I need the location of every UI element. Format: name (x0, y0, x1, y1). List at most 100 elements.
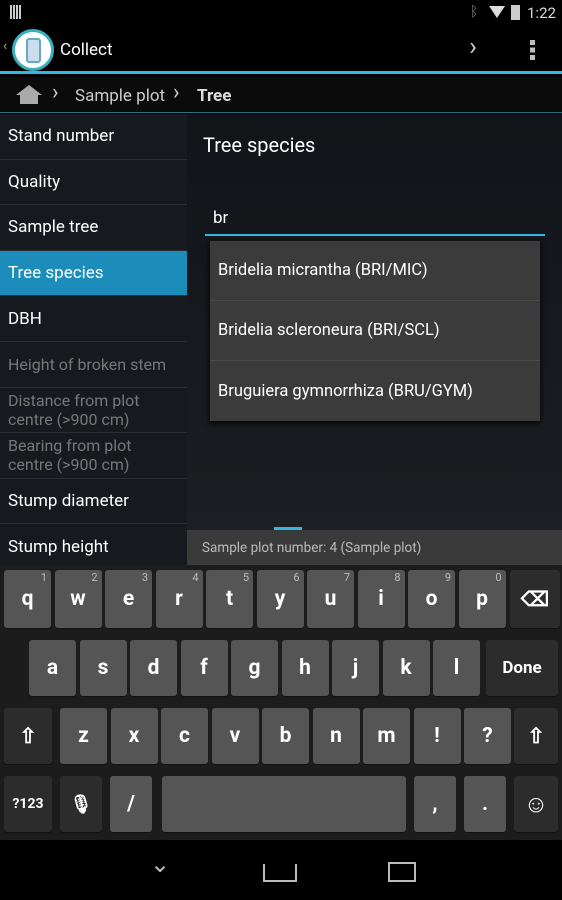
overflow-menu-button[interactable] (515, 32, 551, 68)
key-v[interactable]: v (211, 708, 259, 764)
emoji-key[interactable]: ☺ (514, 776, 558, 832)
suggestion-dropdown: Bridelia micrantha (BRI/MIC) Bridelia sc… (210, 241, 540, 421)
key-d[interactable]: d (130, 640, 177, 696)
backspace-key[interactable]: ⌫ (510, 570, 560, 628)
key-label: f (200, 656, 208, 680)
key-c[interactable]: c (161, 708, 208, 764)
key-label: ?123 (12, 796, 44, 812)
sidebar-item-stump-height[interactable]: Stump height (0, 524, 187, 570)
shift-key[interactable]: ⇧ (4, 708, 52, 764)
sidebar-item-stand-number[interactable]: Stand number (0, 114, 187, 160)
key-r[interactable]: r4 (155, 570, 203, 628)
key-label: o (425, 587, 438, 611)
key-?[interactable]: ? (464, 708, 511, 764)
key-p[interactable]: p0 (458, 570, 506, 628)
key-hint: 2 (91, 571, 98, 584)
key-hint: 6 (293, 571, 300, 584)
species-search-input[interactable]: br (205, 208, 545, 236)
sidebar-item-quality[interactable]: Quality (0, 160, 187, 206)
key-label: x (128, 724, 140, 748)
key-label: , (432, 792, 438, 816)
back-nav-button[interactable]: ⌄ (130, 850, 190, 890)
suggestion-item[interactable]: Bruguiera gymnorrhiza (BRU/GYM) (210, 361, 540, 421)
key-f[interactable]: f (180, 640, 228, 696)
key-label: a (46, 656, 59, 680)
sidebar-item-distance: Distance from plot centre (>900 cm) (0, 388, 187, 434)
key-m[interactable]: m (363, 708, 410, 764)
breadcrumb-sample-plot[interactable]: Sample plot (75, 86, 165, 106)
wifi-icon (489, 6, 505, 18)
key-s[interactable]: s (79, 640, 127, 696)
key-k[interactable]: k (382, 640, 430, 696)
key-a[interactable]: a (29, 640, 76, 696)
key-label: Done (502, 658, 542, 678)
key-q[interactable]: q1 (4, 570, 51, 628)
key-b[interactable]: b (262, 708, 309, 764)
key-y[interactable]: y6 (256, 570, 304, 628)
shift-key-right[interactable]: ⇧ (514, 708, 558, 764)
key-label: ⇧ (19, 724, 37, 749)
key-w[interactable]: w2 (54, 570, 102, 628)
key-label: ⇧ (527, 724, 545, 749)
sidebar-item-stump-diameter[interactable]: Stump diameter (0, 479, 187, 525)
main-panel: Tree species br Bridelia micrantha (BRI/… (187, 114, 562, 530)
breadcrumb: › Sample plot › Tree (0, 77, 562, 113)
key-label: i (378, 587, 384, 611)
breadcrumb-tree: Tree (197, 86, 232, 106)
key-i[interactable]: i8 (357, 570, 405, 628)
key-comma[interactable]: , (414, 776, 456, 832)
key-hint: 7 (343, 571, 350, 584)
suggestion-item[interactable]: Bridelia micrantha (BRI/MIC) (210, 241, 540, 301)
key-hint: 1 (40, 571, 47, 584)
done-key[interactable]: Done (486, 640, 558, 696)
key-label: v (229, 724, 241, 748)
action-bar: ‹ Collect › (0, 26, 562, 74)
space-key[interactable] (162, 776, 406, 832)
key-slash[interactable]: / (110, 776, 152, 832)
key-period[interactable]: . (464, 776, 506, 832)
key-label: h (299, 656, 311, 680)
key-z[interactable]: z (60, 708, 107, 764)
home-icon[interactable] (16, 85, 42, 105)
key-label: ! (434, 724, 440, 748)
sidebar-item-height-broken-stem: Height of broken stem (0, 342, 187, 388)
key-label: m (377, 724, 396, 748)
key-o[interactable]: o9 (408, 570, 455, 628)
key-label: 🎙 (69, 793, 93, 815)
sidebar-item-tree-species[interactable]: Tree species (0, 250, 187, 297)
key-label: ☺ (523, 789, 549, 818)
suggestion-item[interactable]: Bridelia scleroneura (BRI/SCL) (210, 301, 540, 361)
status-bar: ᛒ 1:22 (0, 0, 562, 26)
key-![interactable]: ! (413, 708, 461, 764)
key-l[interactable]: l (433, 640, 480, 696)
key-e[interactable]: e3 (105, 570, 152, 628)
key-u[interactable]: u7 (307, 570, 354, 628)
sidebar: Stand number Quality Sample tree Tree sp… (0, 114, 187, 570)
home-nav-button[interactable] (263, 864, 297, 882)
app-logo-icon (12, 29, 54, 71)
microphone-key[interactable]: 🎙 (60, 776, 102, 832)
key-label: z (78, 724, 89, 748)
key-j[interactable]: j (332, 640, 379, 696)
sidebar-item-bearing: Bearing from plot centre (>900 cm) (0, 433, 187, 479)
sidebar-item-dbh[interactable]: DBH (0, 296, 187, 342)
key-label: r (175, 587, 183, 611)
next-button[interactable]: › (455, 32, 491, 68)
sidebar-item-sample-tree[interactable]: Sample tree (0, 205, 187, 251)
key-label: p (476, 587, 488, 611)
recents-nav-button[interactable] (388, 862, 416, 882)
key-label: w (70, 587, 86, 611)
key-n[interactable]: n (312, 708, 360, 764)
key-label: e (122, 587, 135, 611)
key-x[interactable]: x (110, 708, 158, 764)
key-hint: 3 (141, 571, 148, 584)
key-label: y (274, 587, 286, 611)
page-title: Tree species (203, 133, 316, 157)
key-hint: 5 (242, 571, 249, 584)
key-hint: 4 (192, 571, 199, 584)
key-t[interactable]: t5 (206, 570, 253, 628)
key-g[interactable]: g (231, 640, 278, 696)
up-button[interactable]: ‹ Collect (0, 26, 113, 74)
symbols-key[interactable]: ?123 (4, 776, 52, 832)
key-h[interactable]: h (281, 640, 329, 696)
